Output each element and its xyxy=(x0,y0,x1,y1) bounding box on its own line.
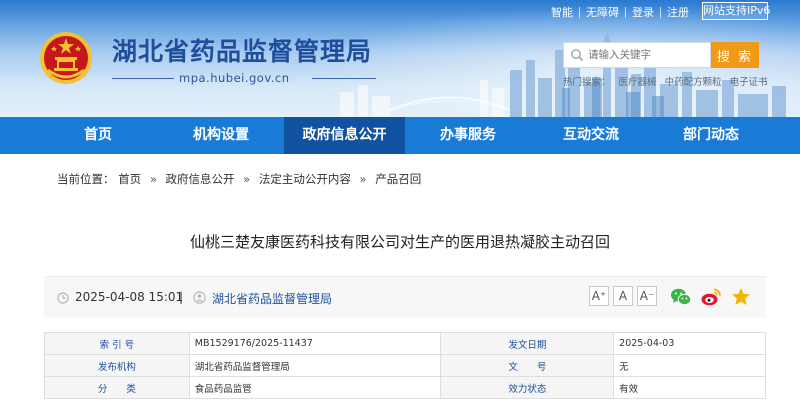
search-icon xyxy=(571,49,584,62)
label-document-number: 文 号 xyxy=(440,354,615,377)
value-issue-date: 2025-04-03 xyxy=(613,332,766,355)
label-issue-date: 发文日期 xyxy=(440,332,615,355)
clock-icon xyxy=(57,292,69,304)
table-row: 分 类 食品药品监管 效力状态 有效 xyxy=(44,376,766,399)
breadcrumb: 当前位置： 首页 » 政府信息公开 » 法定主动公开内容 » 产品召回 xyxy=(57,171,421,187)
site-url-row: mpa.hubei.gov.cn xyxy=(112,71,377,85)
breadcrumb-separator: » xyxy=(359,172,367,186)
article-title: 仙桃三楚友康医药科技有限公司对生产的医用退热凝胶主动召回 xyxy=(189,233,610,251)
article-source[interactable]: 湖北省药品监督管理局 xyxy=(212,290,332,307)
nav-item-government-info[interactable]: 政府信息公开 xyxy=(284,117,405,154)
breadcrumb-label: 当前位置： xyxy=(57,172,115,186)
value-validity-status: 有效 xyxy=(613,376,766,399)
search-box xyxy=(563,42,711,68)
site-url: mpa.hubei.gov.cn xyxy=(179,71,290,85)
breadcrumb-item-product-recall[interactable]: 产品召回 xyxy=(375,172,421,186)
nav-item-department-news[interactable]: 部门动态 xyxy=(653,117,769,154)
top-link-register[interactable]: 注册 xyxy=(667,4,689,20)
article-meta-bar: 2025-04-08 15:01 | 湖北省药品监督管理局 A⁺ A A⁻ xyxy=(44,276,766,318)
nav-item-interaction[interactable]: 互动交流 xyxy=(531,117,651,154)
site-header: 湖北省药品监督管理局 mpa.hubei.gov.cn 智能 无障碍 登录 注册… xyxy=(0,0,800,117)
breadcrumb-separator: » xyxy=(243,172,251,186)
font-size-decrease-button[interactable]: A⁻ xyxy=(637,286,657,306)
breadcrumb-item-government-info[interactable]: 政府信息公开 xyxy=(166,172,235,186)
table-row: 索 引 号 MB1529176/2025-11437 发文日期 2025-04-… xyxy=(44,332,766,355)
value-publisher: 湖北省药品监督管理局 xyxy=(188,354,442,377)
label-index-number: 索 引 号 xyxy=(44,332,190,355)
site-title[interactable]: 湖北省药品监督管理局 xyxy=(112,32,372,68)
favorite-star-icon[interactable] xyxy=(730,286,752,308)
weibo-icon[interactable] xyxy=(700,286,722,308)
hot-search-label: 热门搜索： xyxy=(563,77,611,88)
main-nav: 首页 机构设置 政府信息公开 办事服务 互动交流 部门动态 xyxy=(0,117,800,154)
nav-item-services[interactable]: 办事服务 xyxy=(407,117,529,154)
source-icon xyxy=(193,291,206,304)
hot-search-term[interactable]: 医疗器械 xyxy=(619,77,657,88)
font-size-default-button[interactable]: A xyxy=(613,286,633,306)
top-links: 智能 无障碍 登录 注册 xyxy=(551,5,689,19)
search-button[interactable]: 搜 索 xyxy=(711,42,759,68)
top-link-barrier-free[interactable]: 无障碍 xyxy=(586,4,619,20)
breadcrumb-item-statutory-content[interactable]: 法定主动公开内容 xyxy=(259,172,351,186)
meta-divider: | xyxy=(179,290,184,304)
value-index-number: MB1529176/2025-11437 xyxy=(188,332,442,355)
top-link-login[interactable]: 登录 xyxy=(632,4,654,20)
nav-item-home[interactable]: 首页 xyxy=(38,117,158,154)
document-info-table: 索 引 号 MB1529176/2025-11437 发文日期 2025-04-… xyxy=(44,332,766,399)
nav-item-organization[interactable]: 机构设置 xyxy=(160,117,282,154)
value-category: 食品药品监管 xyxy=(188,376,442,399)
publish-date: 2025-04-08 15:01 xyxy=(75,290,184,304)
ipv6-badge[interactable]: 网站支持IPv6 xyxy=(702,2,770,20)
label-category: 分 类 xyxy=(44,376,190,399)
breadcrumb-item-home[interactable]: 首页 xyxy=(118,172,141,186)
hot-search-term[interactable]: 中药配方颗粒 xyxy=(665,77,722,88)
national-emblem-logo xyxy=(40,32,92,84)
wechat-icon[interactable] xyxy=(670,286,692,308)
font-size-increase-button[interactable]: A⁺ xyxy=(589,286,609,306)
hot-search-term[interactable]: 电子证书 xyxy=(730,77,768,88)
label-validity-status: 效力状态 xyxy=(440,376,615,399)
hot-search: 热门搜索： 医疗器械 中药配方颗粒 电子证书 xyxy=(563,74,773,88)
top-link-accessible[interactable]: 智能 xyxy=(551,4,573,20)
table-row: 发布机构 湖北省药品监督管理局 文 号 无 xyxy=(44,354,766,377)
breadcrumb-separator: » xyxy=(149,172,157,186)
value-document-number: 无 xyxy=(613,354,766,377)
label-publisher: 发布机构 xyxy=(44,354,190,377)
search-input[interactable] xyxy=(588,46,708,64)
